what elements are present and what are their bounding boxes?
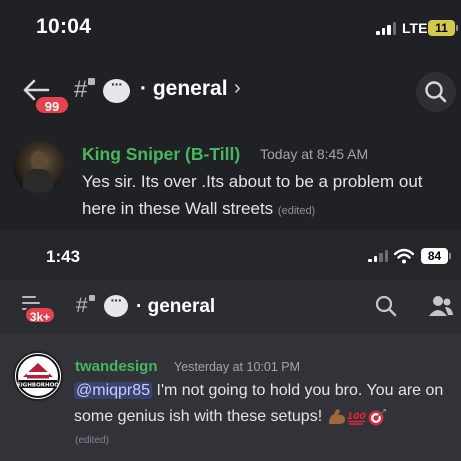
status-bar: 10:04 LTE 11 bbox=[0, 0, 461, 56]
unread-badge: 3k+ bbox=[24, 306, 56, 324]
battery-icon: 84 bbox=[421, 248, 451, 264]
message[interactable]: EIGHBORHOO twandesign Yesterday at 10:01… bbox=[0, 334, 461, 461]
message-timestamp: Today at 8:45 AM bbox=[260, 146, 369, 162]
top-screenshot: 10:04 LTE 11 99 # · general › King Snipe… bbox=[0, 0, 461, 230]
text-channel-icon: # bbox=[74, 76, 88, 103]
search-button[interactable] bbox=[416, 72, 456, 112]
search-icon[interactable] bbox=[374, 294, 398, 318]
neighborhood-logo: EIGHBORHOO bbox=[16, 354, 60, 398]
channel-name[interactable]: · general bbox=[136, 296, 215, 318]
status-time: 1:43 bbox=[46, 247, 81, 266]
message-text: Yes sir. Its over .Its about to be a pro… bbox=[82, 168, 458, 225]
status-time: 10:04 bbox=[36, 15, 92, 38]
network-type: LTE bbox=[402, 20, 428, 36]
channel-header: 99 # · general › bbox=[0, 56, 461, 126]
author-name[interactable]: twandesign bbox=[75, 358, 158, 375]
message[interactable]: King Sniper (B-Till) Today at 8:45 AM Ye… bbox=[0, 126, 461, 230]
lock-icon bbox=[89, 295, 95, 301]
svg-text:100: 100 bbox=[347, 412, 366, 422]
avatar[interactable]: EIGHBORHOO bbox=[13, 351, 63, 401]
lock-icon bbox=[88, 78, 95, 85]
author-name[interactable]: King Sniper (B-Till) bbox=[82, 144, 240, 165]
channel-name[interactable]: · general bbox=[140, 77, 228, 101]
flexed-biceps-icon bbox=[328, 408, 345, 424]
wifi-icon bbox=[394, 248, 414, 264]
chevron-right-icon[interactable]: › bbox=[234, 77, 241, 100]
search-icon bbox=[425, 81, 447, 103]
signal-icon bbox=[376, 22, 396, 35]
battery-icon: 11 bbox=[428, 20, 458, 36]
text-channel-icon: # bbox=[76, 294, 88, 317]
edited-label: (edited) bbox=[277, 205, 316, 217]
channel-header: 3k+ # · general bbox=[0, 280, 461, 334]
user-mention[interactable]: @miqpr85 bbox=[74, 382, 153, 399]
signal-icon bbox=[368, 250, 388, 262]
status-bar: 1:43 84 bbox=[0, 230, 461, 280]
bottom-screenshot: 1:43 84 3k+ # · general bbox=[0, 230, 461, 461]
chat-bubble-icon bbox=[104, 292, 128, 317]
unread-badge: 99 bbox=[34, 95, 70, 115]
chat-bubble-icon bbox=[103, 76, 130, 103]
avatar[interactable] bbox=[13, 141, 65, 193]
edited-label: (edited) bbox=[75, 435, 109, 446]
direct-hit-icon bbox=[368, 408, 386, 426]
members-icon[interactable] bbox=[428, 294, 454, 318]
message-timestamp: Yesterday at 10:01 PM bbox=[174, 360, 301, 374]
message-text: @miqpr85 I'm not going to hold you bro. … bbox=[74, 378, 458, 430]
message-body: Yes sir. Its over .Its about to be a pro… bbox=[82, 172, 423, 218]
hundred-points-icon: 100 bbox=[347, 412, 366, 425]
logo-text: EIGHBORHOO bbox=[17, 383, 59, 389]
